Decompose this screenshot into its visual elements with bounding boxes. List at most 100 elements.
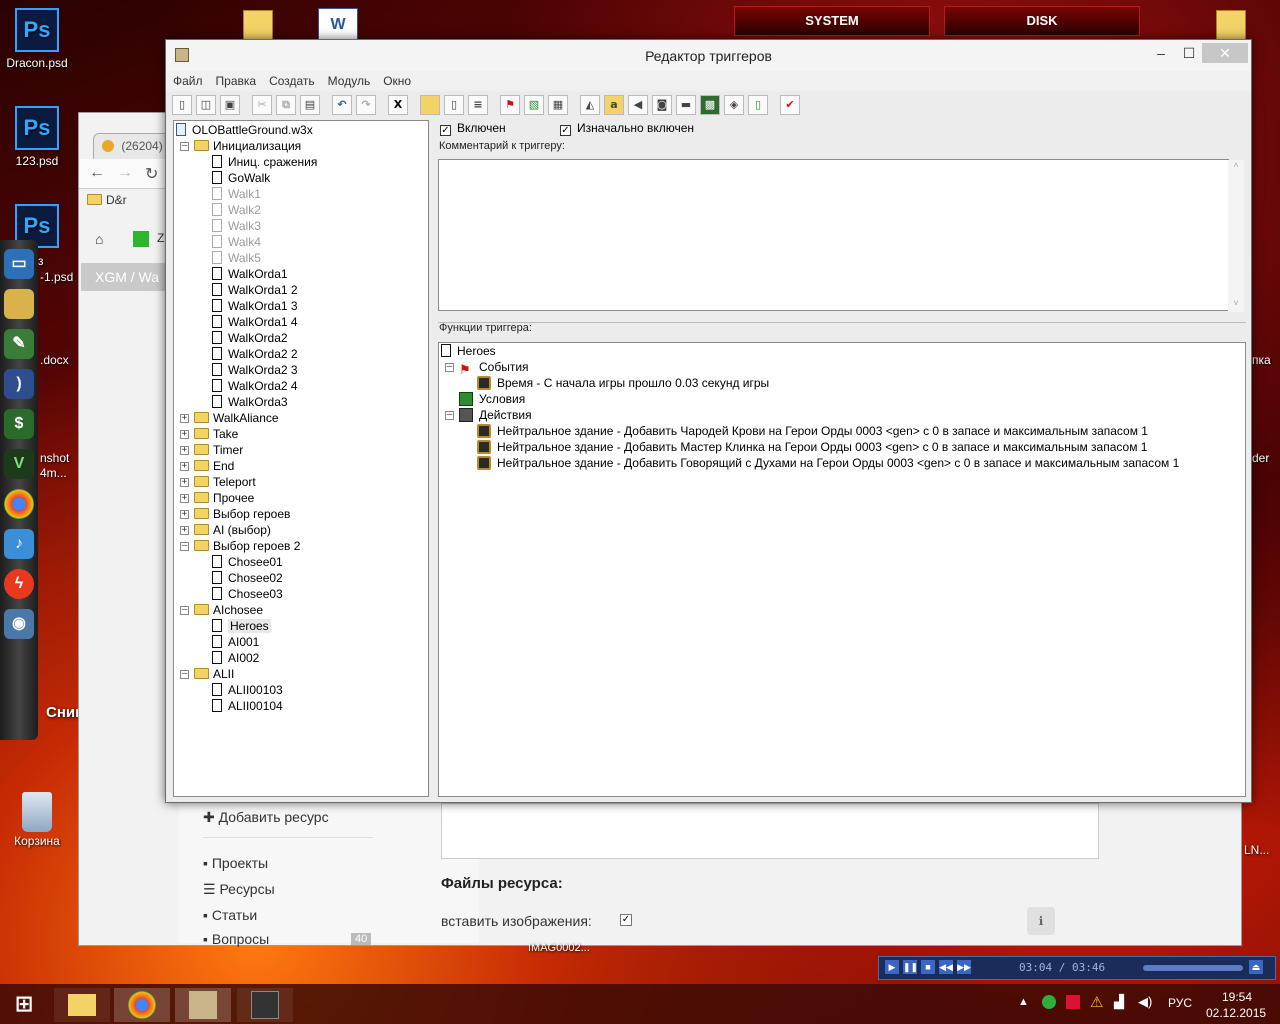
tree-trigger[interactable]: ALII00103 <box>212 682 283 698</box>
ai-editor-icon[interactable]: ▩ <box>700 95 720 115</box>
network-icon[interactable]: ▟ <box>1114 994 1124 1010</box>
tree-trigger[interactable]: Heroes <box>212 618 271 634</box>
tree-trigger[interactable]: WalkOrda2 <box>212 330 288 346</box>
tree-trigger[interactable]: Walk3 <box>212 218 261 234</box>
tree-trigger[interactable]: Walk5 <box>212 250 261 266</box>
tree-trigger[interactable]: Chosee01 <box>212 554 283 570</box>
expand-icon[interactable]: + <box>180 494 189 503</box>
import-manager-icon[interactable]: ▯ <box>748 95 768 115</box>
home-icon[interactable]: ⌂ <box>95 231 103 247</box>
music-icon[interactable]: ♪ <box>4 529 34 559</box>
test-map-icon[interactable]: ✔ <box>780 95 800 115</box>
chrome-taskbar-icon[interactable] <box>114 988 170 1022</box>
world-editor-taskbar-icon[interactable] <box>175 988 231 1022</box>
redo-icon[interactable]: ↷ <box>356 95 376 115</box>
desktop-icon-dracon[interactable]: Ps Dracon.psd <box>2 8 72 70</box>
expand-icon[interactable]: + <box>180 510 189 519</box>
folder-icon[interactable] <box>1216 10 1246 42</box>
expand-icon[interactable]: + <box>180 430 189 439</box>
maximize-button[interactable]: ☐ <box>1174 43 1204 63</box>
tree-trigger[interactable]: WalkOrda2 4 <box>212 378 298 394</box>
splitter[interactable] <box>438 322 1246 323</box>
conditions-node[interactable]: Условия <box>459 391 525 407</box>
nav-articles[interactable]: ▪ Статьи <box>203 907 257 923</box>
description-textarea[interactable] <box>441 803 1099 859</box>
actions-node[interactable]: Действия <box>459 407 532 423</box>
tree-folder[interactable]: Инициализация <box>194 138 301 154</box>
expand-icon[interactable]: + <box>180 462 189 471</box>
tree-folder[interactable]: AI (выбор) <box>194 522 271 538</box>
tree-folder[interactable]: AIchosee <box>194 602 263 618</box>
new-file-icon[interactable]: ▯ <box>172 95 192 115</box>
expand-icon[interactable]: + <box>180 414 189 423</box>
next-icon[interactable]: ▶▶ <box>957 960 971 974</box>
tree-trigger[interactable]: Chosee03 <box>212 586 283 602</box>
campaign-editor-icon[interactable]: ▬ <box>676 95 696 115</box>
reload-icon[interactable]: ↻ <box>145 164 158 184</box>
forward-arrow-icon[interactable]: → <box>117 164 133 182</box>
copy-icon[interactable]: ⧉ <box>276 95 296 115</box>
desktop-icon-recycle-bin[interactable]: Корзина <box>2 792 72 848</box>
computer-icon[interactable]: ▭ <box>4 249 34 279</box>
new-trigger-icon[interactable]: ▯ <box>444 95 464 115</box>
tree-trigger[interactable]: Chosee02 <box>212 570 283 586</box>
new-event-icon[interactable]: ⚑ <box>500 95 520 115</box>
pen-icon[interactable]: ✎ <box>4 329 34 359</box>
collapse-icon[interactable]: – <box>180 142 189 151</box>
tree-trigger[interactable]: Walk4 <box>212 234 261 250</box>
cut-icon[interactable]: ✂ <box>252 95 272 115</box>
file-explorer-icon[interactable] <box>54 988 110 1022</box>
menu-file[interactable]: Файл <box>166 71 209 88</box>
eject-icon[interactable]: ⏏ <box>1249 960 1263 974</box>
info-icon[interactable]: ℹ <box>1027 907 1055 935</box>
open-folder-icon[interactable]: ◫ <box>196 95 216 115</box>
tree-folder[interactable]: End <box>194 458 234 474</box>
action-item[interactable]: Нейтральное здание - Добавить Говорящий … <box>477 455 1179 471</box>
dollar-icon[interactable]: $ <box>4 409 34 439</box>
system-monitor-tab[interactable]: SYSTEM <box>734 6 930 36</box>
tree-trigger[interactable]: Walk2 <box>212 202 261 218</box>
clock-date[interactable]: 02.12.2015 <box>1206 1006 1266 1020</box>
pause-icon[interactable]: ❚❚ <box>903 960 918 974</box>
tray-app-icon[interactable] <box>1066 995 1080 1009</box>
expand-icon[interactable]: + <box>180 478 189 487</box>
camera-icon[interactable]: ◉ <box>4 609 34 639</box>
comment-scrollbar[interactable]: ˄ ˅ <box>1228 160 1244 312</box>
action-item[interactable]: Нейтральное здание - Добавить Чародей Кр… <box>477 423 1148 439</box>
previous-icon[interactable]: ◀◀ <box>939 960 953 974</box>
utorrent-icon[interactable] <box>1042 995 1056 1009</box>
stop-icon[interactable]: ■ <box>921 960 935 974</box>
close-button[interactable]: ✕ <box>1202 43 1248 63</box>
expand-icon[interactable]: + <box>180 446 189 455</box>
comment-textarea[interactable]: ˄ ˅ <box>438 159 1244 312</box>
enabled-checkbox[interactable]: ✓ Включен <box>440 121 506 136</box>
start-button[interactable]: ⊞ <box>10 992 38 1018</box>
terrain-editor-icon[interactable]: ◭ <box>580 95 600 115</box>
nav-resources[interactable]: ☰ Ресурсы <box>203 881 275 898</box>
word-doc-icon[interactable]: W <box>318 8 358 42</box>
tray-expand-icon[interactable]: ▲ <box>1018 996 1029 1008</box>
collapse-icon[interactable]: – <box>180 542 189 551</box>
nav-questions[interactable]: ▪ Вопросы <box>203 931 269 947</box>
collapse-icon[interactable]: – <box>445 363 454 372</box>
object-manager-icon[interactable]: ◈ <box>724 95 744 115</box>
play-icon[interactable]: ▶ <box>885 960 899 974</box>
menu-create[interactable]: Создать <box>262 71 321 88</box>
delete-icon[interactable]: X <box>388 95 408 115</box>
tree-folder[interactable]: Take <box>194 426 238 442</box>
menu-edit[interactable]: Правка <box>209 71 263 88</box>
events-node[interactable]: ⚑ События <box>459 359 529 377</box>
chrome-icon[interactable] <box>4 489 34 519</box>
tree-folder[interactable]: Выбор героев <box>194 506 290 522</box>
new-category-icon[interactable] <box>420 95 440 115</box>
tree-trigger[interactable]: ALII00104 <box>212 698 283 714</box>
sound-editor-icon[interactable]: ◀ <box>628 95 648 115</box>
tree-root[interactable]: OLOBattleGround.w3x <box>176 122 313 138</box>
add-resource-link[interactable]: ✚ Добавить ресурс <box>203 809 329 826</box>
tree-trigger[interactable]: AI001 <box>212 634 259 650</box>
undo-icon[interactable]: ↶ <box>332 95 352 115</box>
trigger-name-node[interactable]: Heroes <box>441 343 496 359</box>
minimize-button[interactable]: – <box>1146 43 1176 63</box>
collapse-icon[interactable]: – <box>180 670 189 679</box>
back-arrow-icon[interactable]: ← <box>89 164 105 182</box>
